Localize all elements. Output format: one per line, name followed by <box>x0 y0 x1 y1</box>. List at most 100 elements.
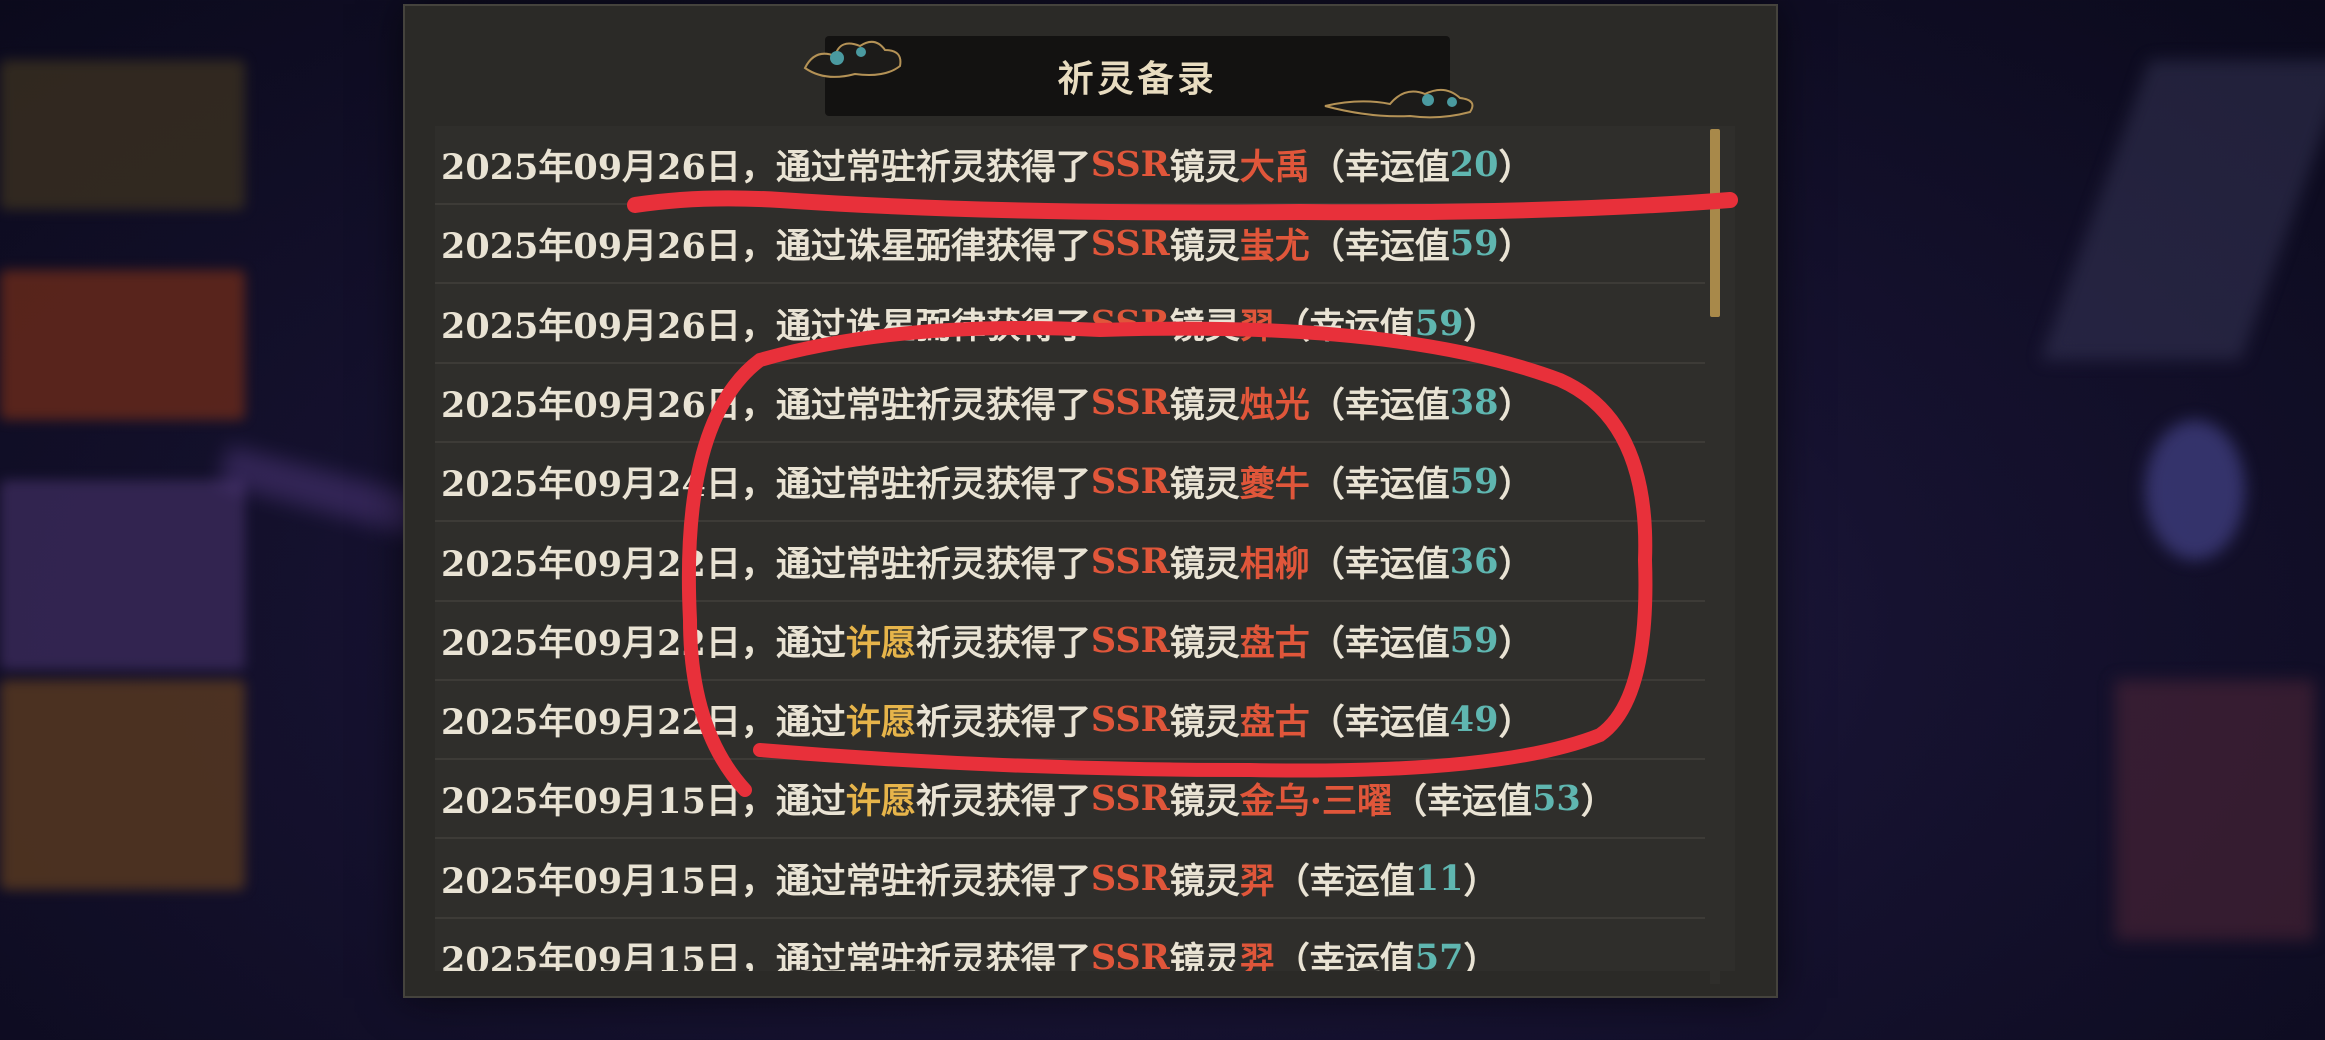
panel-header: 祈灵备录 <box>803 36 1474 119</box>
record-luck-close: ） <box>1498 702 1534 744</box>
record-channel: 诛星弼律 <box>845 305 986 347</box>
record-action: 祈灵获得了 <box>915 543 1091 585</box>
record-channel: 许愿 <box>845 702 916 744</box>
record-luck-value: 53 <box>1531 778 1581 820</box>
record-action: 祈灵获得了 <box>915 702 1091 744</box>
background-card <box>0 680 245 890</box>
record-rarity: SSR <box>1090 699 1170 741</box>
record-action: 祈灵获得了 <box>915 622 1091 664</box>
scrollbar-thumb[interactable] <box>1710 129 1720 318</box>
record-channel: 许愿 <box>845 622 916 664</box>
record-date: 2025年09月26日， <box>441 305 776 347</box>
record-row: 2025年09月26日， 通过 诛星弼律 获得了 SSR 镜灵羿（幸运值 59） <box>435 285 1705 364</box>
record-kind: 镜灵 <box>1169 305 1240 347</box>
record-row: 2025年09月22日， 通过 常驻 祈灵获得了 SSR 镜灵 相柳 （幸运值 36） <box>435 523 1705 602</box>
record-date: 2025年09月22日， <box>441 543 776 585</box>
background-shape <box>2040 60 2325 360</box>
record-luck-value: 59 <box>1414 302 1464 344</box>
record-channel: 常驻 <box>845 940 916 971</box>
record-row: 2025年09月24日， 通过 常驻 祈灵获得了 SSR 镜灵 夔牛 （幸运值 59） <box>435 443 1705 523</box>
record-name: 盘古 <box>1239 622 1310 664</box>
record-kind: 镜灵 <box>1169 940 1240 971</box>
record-luck-close: ） <box>1498 384 1534 426</box>
record-via: 通过 <box>775 305 846 347</box>
record-kind: 镜灵 <box>1169 464 1240 506</box>
background-shape <box>2145 420 2245 560</box>
record-luck-close: ） <box>1580 781 1616 823</box>
record-luck-label: （幸运值 <box>1309 702 1450 744</box>
background-right-decor <box>1995 0 2325 1040</box>
record-luck-label: （幸运值 <box>1309 543 1450 585</box>
record-rarity: SSR <box>1090 223 1170 265</box>
background-card <box>0 480 245 670</box>
record-row: 2025年09月26日， 通过 常驻 祈灵获得了 SSR 镜灵 烛光 （幸运值 38） <box>435 364 1705 443</box>
record-rarity: SSR <box>1090 540 1170 582</box>
record-luck-value: 36 <box>1449 540 1499 582</box>
record-name: 烛光 <box>1239 384 1310 426</box>
record-panel: 祈灵备录 2025年09月26日， 通过 常驻 祈灵获得了 SSR 镜灵 大禹 （幸运值 20）… <box>403 4 1778 998</box>
record-via: 通过 <box>775 147 846 188</box>
panel-title: 祈灵备录 <box>1057 58 1218 100</box>
record-via: 通过 <box>775 226 846 268</box>
record-luck-label: （幸运值 <box>1309 464 1450 506</box>
record-action: 获得了 <box>985 226 1091 268</box>
record-name: 相柳 <box>1239 543 1310 585</box>
record-date: 2025年09月22日， <box>441 622 776 664</box>
record-action: 祈灵获得了 <box>915 860 1091 902</box>
record-rarity: SSR <box>1090 857 1170 899</box>
record-rarity: SSR <box>1090 778 1170 820</box>
record-luck-label: （幸运值 <box>1309 147 1450 188</box>
record-luck-value: 59 <box>1449 619 1499 661</box>
record-channel: 常驻 <box>845 860 916 902</box>
record-action: 祈灵获得了 <box>915 781 1091 823</box>
record-luck-label: （幸运值 <box>1274 940 1415 971</box>
cloud-ornament-icon <box>1324 88 1474 119</box>
record-date: 2025年09月26日， <box>441 226 776 268</box>
record-luck-value: 59 <box>1449 223 1499 265</box>
record-luck-close: ） <box>1498 543 1534 585</box>
record-luck-close: ） <box>1498 464 1534 506</box>
background-card <box>0 60 245 210</box>
record-row: 2025年09月15日， 通过 许愿 祈灵获得了 SSR 镜灵 金乌·三曜 （幸运值 53） <box>435 760 1705 840</box>
record-via: 通过 <box>775 940 846 971</box>
record-via: 通过 <box>775 702 846 744</box>
record-row: 2025年09月22日， 通过 许愿 祈灵获得了 SSR 镜灵 盘古 （幸运值 59） <box>435 602 1705 681</box>
record-row: 2025年09月26日， 通过 常驻 祈灵获得了 SSR 镜灵 大禹 （幸运值 20） <box>435 126 1705 205</box>
record-name: 蚩尤 <box>1239 226 1310 268</box>
record-action: 祈灵获得了 <box>915 384 1091 426</box>
record-name: 夔牛 <box>1239 464 1310 506</box>
record-rarity: SSR <box>1090 381 1170 423</box>
record-luck-value: 11 <box>1414 857 1464 899</box>
background-shape <box>2115 680 2315 940</box>
record-name: 羿 <box>1239 940 1275 971</box>
record-kind: 镜灵 <box>1169 860 1240 902</box>
record-name: 盘古 <box>1239 702 1310 744</box>
record-date: 2025年09月15日， <box>441 940 776 971</box>
record-rarity: SSR <box>1090 937 1170 971</box>
record-via: 通过 <box>775 860 846 902</box>
record-kind: 镜灵 <box>1169 384 1240 426</box>
record-channel: 许愿 <box>845 781 916 823</box>
record-action: 祈灵获得了 <box>915 147 1091 188</box>
record-luck-label: （幸运值 <box>1309 384 1450 426</box>
background-left-cards <box>0 60 250 890</box>
record-row: 2025年09月15日， 通过 常驻 祈灵获得了 SSR 镜灵羿（幸运值 57） <box>435 919 1705 971</box>
scrollbar[interactable] <box>1710 129 1720 984</box>
record-luck-close: ） <box>1498 622 1534 664</box>
record-rarity: SSR <box>1090 461 1170 503</box>
record-name: 大禹 <box>1239 147 1310 188</box>
record-list[interactable]: 2025年09月26日， 通过 常驻 祈灵获得了 SSR 镜灵 大禹 （幸运值 20） 2025年… <box>435 126 1735 971</box>
record-rarity: SSR <box>1090 619 1170 661</box>
record-luck-label: （幸运值 <box>1391 781 1532 823</box>
record-luck-value: 38 <box>1449 381 1499 423</box>
background-card <box>0 270 245 420</box>
record-row: 2025年09月22日， 通过 许愿 祈灵获得了 SSR 镜灵 盘古 （幸运值 49） <box>435 681 1705 761</box>
record-rarity: SSR <box>1090 302 1170 344</box>
record-row: 2025年09月15日， 通过 常驻 祈灵获得了 SSR 镜灵羿（幸运值 11） <box>435 840 1705 919</box>
record-row: 2025年09月26日， 通过 诛星弼律 获得了 SSR 镜灵 蚩尤 （幸运值 59） <box>435 205 1705 285</box>
record-via: 通过 <box>775 781 846 823</box>
record-luck-value: 49 <box>1449 699 1499 741</box>
record-luck-value: 57 <box>1414 937 1464 971</box>
record-luck-value: 20 <box>1449 144 1499 185</box>
record-kind: 镜灵 <box>1169 226 1240 268</box>
